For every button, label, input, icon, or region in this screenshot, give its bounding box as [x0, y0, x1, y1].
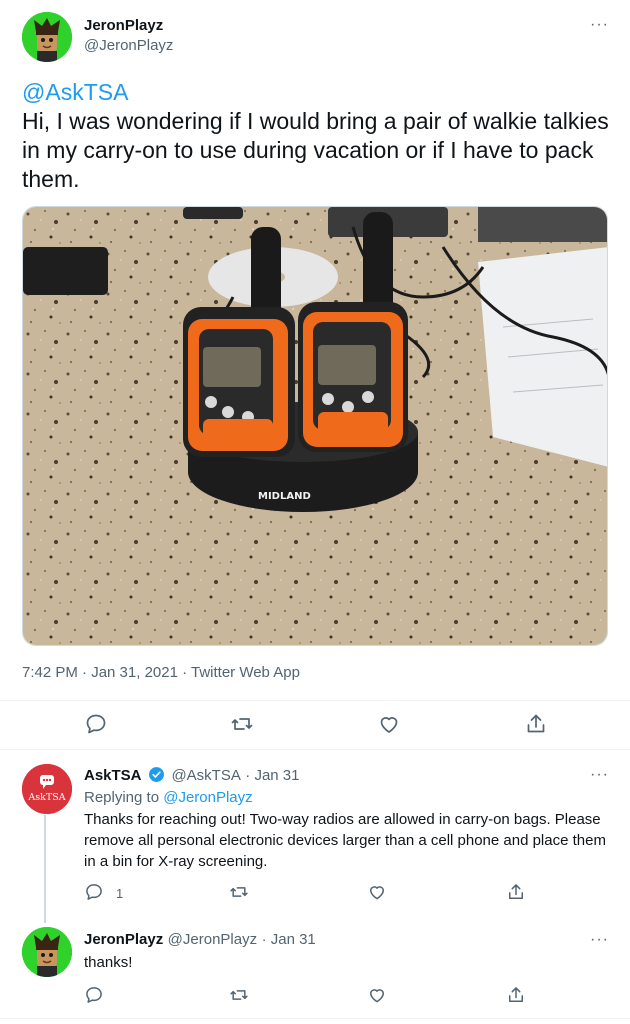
like-icon[interactable]: [367, 882, 387, 902]
reply-author-name[interactable]: AskTSA: [84, 767, 142, 784]
asktsa-avatar-label: AskTSA: [27, 792, 65, 803]
reply-text: thanks!: [84, 954, 133, 971]
tweet-timestamp[interactable]: 7:42 PM · Jan 31, 2021 · Twitter Web App: [22, 664, 300, 681]
author-avatar[interactable]: [22, 12, 72, 62]
share-icon[interactable]: [506, 985, 526, 1005]
verified-badge-icon: [149, 767, 164, 782]
replying-to-label: Replying to: [84, 789, 160, 806]
retweet-icon[interactable]: [229, 985, 249, 1005]
retweet-icon[interactable]: [229, 882, 249, 902]
divider: [0, 749, 630, 750]
like-icon[interactable]: [367, 985, 387, 1005]
photo-brand-label: MIDLAND: [258, 491, 311, 502]
retweet-icon[interactable]: [230, 712, 254, 736]
more-icon[interactable]: ···: [590, 767, 609, 783]
more-icon[interactable]: ···: [590, 932, 609, 948]
tweet-text: Hi, I was wondering if I would bring a p…: [22, 108, 609, 192]
reply-author-handle[interactable]: @AskTSA: [171, 767, 240, 784]
tweet-body: @AskTSA Hi, I was wondering if I would b…: [22, 78, 612, 194]
reply-header: JeronPlayz @JeronPlayz · Jan 31: [84, 931, 316, 949]
reply-count: 1: [116, 886, 124, 901]
reply-icon[interactable]: [84, 712, 108, 736]
reply-icon[interactable]: [84, 985, 104, 1005]
reply-author-name[interactable]: JeronPlayz: [84, 931, 163, 948]
share-icon[interactable]: [524, 712, 548, 736]
replying-to-mention[interactable]: @JeronPlayz: [163, 789, 252, 806]
reply-date[interactable]: · Jan 31: [245, 767, 299, 784]
reply-header: AskTSA @AskTSA · Jan 31: [84, 766, 300, 785]
author-avatar[interactable]: [22, 927, 72, 977]
more-icon[interactable]: ···: [590, 17, 609, 33]
share-icon[interactable]: [506, 882, 526, 902]
reply-date[interactable]: · Jan 31: [262, 931, 316, 948]
divider: [0, 1018, 630, 1019]
reply-author-handle[interactable]: @JeronPlayz: [168, 931, 257, 948]
replying-to: Replying to @JeronPlayz: [84, 789, 253, 806]
thread-line: [44, 815, 46, 923]
tweet-photo[interactable]: MIDLAND: [22, 206, 608, 646]
asktsa-avatar[interactable]: AskTSA: [22, 764, 72, 814]
like-icon[interactable]: [377, 712, 401, 736]
mention-link[interactable]: @AskTSA: [22, 78, 612, 107]
reply-text: Thanks for reaching out! Two-way radios …: [84, 811, 606, 870]
author-handle[interactable]: @JeronPlayz: [84, 37, 173, 54]
author-name[interactable]: JeronPlayz: [84, 17, 163, 34]
divider: [0, 700, 630, 701]
reply-icon[interactable]: [84, 882, 104, 902]
